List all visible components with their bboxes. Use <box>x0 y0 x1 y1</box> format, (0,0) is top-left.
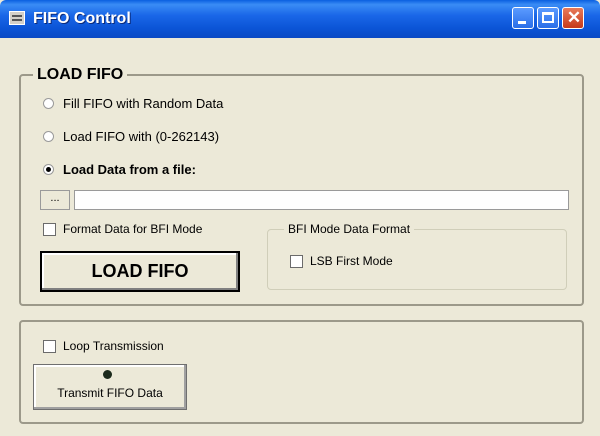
minimize-icon <box>518 21 526 24</box>
random-data-label: Fill FIFO with Random Data <box>63 96 224 111</box>
format-bfi-checkbox[interactable] <box>43 223 56 236</box>
file-data-radio[interactable] <box>43 164 54 175</box>
close-icon: ✕ <box>566 8 582 27</box>
maximize-button[interactable] <box>537 7 559 29</box>
maximize-icon <box>542 12 554 23</box>
loop-transmission-label: Loop Transmission <box>63 339 164 353</box>
random-data-radio[interactable] <box>43 98 54 109</box>
transmit-fifo-label: Transmit FIFO Data <box>57 386 163 400</box>
format-bfi-label: Format Data for BFI Mode <box>63 222 203 236</box>
file-path-field[interactable] <box>74 190 569 210</box>
app-icon <box>9 11 25 25</box>
file-data-label: Load Data from a file: <box>63 162 196 177</box>
title-bar[interactable]: FIFO Control ✕ <box>0 0 600 38</box>
status-led-icon <box>103 370 112 379</box>
browse-button[interactable]: ... <box>40 190 70 210</box>
lsb-first-checkbox[interactable] <box>290 255 303 268</box>
window-title: FIFO Control <box>33 10 131 27</box>
load-fifo-button[interactable]: LOAD FIFO <box>40 251 240 292</box>
range-data-radio[interactable] <box>43 131 54 142</box>
minimize-button[interactable] <box>512 7 534 29</box>
range-data-label: Load FIFO with (0-262143) <box>63 129 220 144</box>
bfi-format-legend: BFI Mode Data Format <box>288 222 411 236</box>
load-fifo-legend: LOAD FIFO <box>37 66 124 83</box>
close-button[interactable]: ✕ <box>562 7 584 29</box>
lsb-first-label: LSB First Mode <box>310 254 393 268</box>
fifo-control-window: FIFO Control ✕ LOAD FIFO Fill FIFO with … <box>0 0 600 436</box>
loop-transmission-checkbox[interactable] <box>43 340 56 353</box>
